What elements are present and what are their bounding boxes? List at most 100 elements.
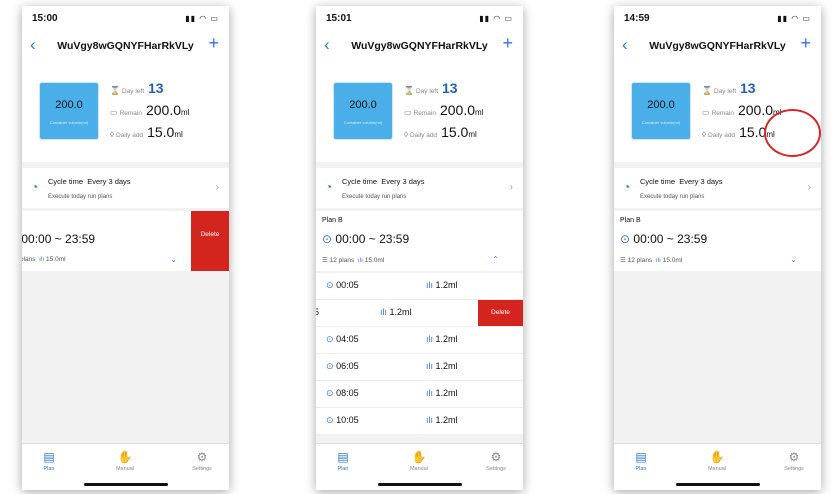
chevron-up-icon[interactable]: ⌃: [492, 255, 499, 264]
remain-value: 200.0: [439, 102, 476, 118]
gear-icon: ⚙: [788, 450, 800, 464]
tab-manual[interactable]: ✋ Manual: [100, 450, 150, 472]
remain-row: ▭ Remain 200.0ml: [110, 102, 189, 120]
phone-screen-1: 15:00 ▮▮ ◠ ▭ ‹ WuVgy8wGQNYFHarRkVLy + 20…: [22, 6, 229, 490]
plan-card-swiped[interactable]: ):00:00 ~ 23:59 plans ılı 15.0ml ⌄ Delet…: [22, 211, 229, 271]
drop-icon: ◊: [110, 130, 114, 139]
cycle-title: Cycle time Every 3 days: [342, 177, 425, 186]
home-indicator: [84, 483, 168, 486]
schedule-row[interactable]: ⊙ 10:05 ılı 1.2ml: [316, 408, 523, 435]
highlight-circle: [764, 109, 821, 157]
plan-range: ):00:00 ~ 23:59: [22, 232, 96, 246]
tab-plan[interactable]: ▤ Plan: [616, 450, 666, 472]
daily-add-row: ◊ Daily add 15.0ml: [110, 124, 183, 142]
tank-caption: Container volume(ml): [343, 120, 383, 125]
status-time: 15:00: [32, 13, 58, 24]
tab-settings[interactable]: ⚙ Settings: [769, 450, 819, 472]
clock-icon: ⊙: [322, 232, 333, 246]
schedule-row-swiped[interactable]: 5 ılı 1.2ml Delete: [316, 300, 523, 327]
plus-icon[interactable]: +: [800, 33, 811, 54]
bars-icon: ılı: [39, 256, 45, 263]
tab-manual[interactable]: ✋ Manual: [692, 450, 742, 472]
phone-screen-2: 15:01 ▮▮ ◠ ▭ ‹ WuVgy8wGQNYFHarRkVLy + 20…: [316, 6, 523, 490]
tab-bar: ▤ Plan ✋ Manual ⚙ Settings: [316, 443, 523, 490]
cycle-subtitle: Execute today run plans: [342, 194, 407, 200]
tab-plan[interactable]: ▤ Plan: [24, 450, 74, 472]
hand-icon: ✋: [709, 450, 725, 464]
plan-range: ⊙ 00:00 ~ 23:59: [322, 232, 410, 246]
drop-icon: ◊: [404, 130, 408, 139]
home-indicator: [378, 483, 462, 486]
daily-add-label: Daily add: [409, 132, 438, 139]
plan-card[interactable]: Plan B ⊙ 00:00 ~ 23:59 ☰ 12 plans ılı 15…: [614, 211, 821, 271]
plan-tab-icon: ▤: [337, 450, 349, 464]
tab-plan[interactable]: ▤ Plan: [318, 450, 368, 472]
cycle-icon: ◔: [31, 180, 39, 194]
clock-icon: ⊙: [326, 334, 334, 344]
cycle-time-row[interactable]: ◔ Cycle time Every 3 days Execute today …: [614, 168, 821, 208]
bars-icon: ılı: [426, 415, 434, 425]
plus-icon[interactable]: +: [208, 33, 219, 54]
hand-icon: ✋: [411, 450, 427, 464]
status-bar: 15:00 ▮▮ ◠ ▭: [22, 6, 229, 32]
plan-meta: plans ılı 15.0ml: [22, 256, 66, 263]
tank-graphic: 200.0 Container volume(ml): [333, 82, 393, 140]
clock-icon: ⊙: [326, 280, 334, 290]
bars-icon: ılı: [426, 280, 434, 290]
cycle-time-row[interactable]: ◔ Cycle time Every 3 days Execute today …: [316, 168, 523, 208]
day-left-row: ⌛ Day left 13: [110, 80, 164, 98]
tab-settings[interactable]: ⚙ Settings: [177, 450, 227, 472]
signal-wifi-battery-icon: ▮▮ ◠ ▭: [185, 14, 219, 23]
tab-manual[interactable]: ✋ Manual: [394, 450, 444, 472]
schedule-row[interactable]: ⊙ 06:05 ılı 1.2ml: [316, 354, 523, 381]
clock-icon: ⊙: [326, 415, 334, 425]
chevron-right-icon: ›: [807, 182, 811, 193]
delete-button[interactable]: Delete: [191, 211, 229, 271]
status-bar: 14:59 ▮▮ ◠ ▭: [614, 6, 821, 32]
chevron-right-icon: ›: [215, 182, 219, 193]
tank-icon: ▭: [404, 108, 412, 117]
tank-icon: ▭: [702, 108, 710, 117]
remain-label: Remain: [119, 110, 142, 117]
tank-info-panel: 200.0 Container volume(ml) ⌛ Day left 13 ▭…: [22, 60, 229, 162]
tab-bar: ▤ Plan ✋ Manual ⚙ Settings: [22, 443, 229, 490]
schedule-row[interactable]: ⊙ 00:05 ılı 1.2ml: [316, 273, 523, 300]
tank-value: 200.0: [55, 99, 83, 111]
tank-info-panel: 200.0 Container volume(ml) ⌛ Day left 13 ▭…: [316, 60, 523, 162]
day-left-label: Day left: [713, 88, 737, 95]
plan-card[interactable]: Plan B ⊙ 00:00 ~ 23:59 ☰ 12 plans ılı 15…: [316, 211, 523, 271]
clock-icon: ⊙: [326, 388, 334, 398]
clock-icon: ⊙: [620, 232, 631, 246]
schedule-row[interactable]: ⊙ 08:05 ılı 1.2ml: [316, 381, 523, 408]
cycle-subtitle: Execute today run plans: [640, 194, 705, 200]
chevron-down-icon[interactable]: ⌄: [790, 255, 797, 264]
plus-icon[interactable]: +: [502, 33, 513, 54]
bars-icon: ılı: [426, 361, 434, 371]
delete-button[interactable]: Delete: [478, 300, 523, 326]
hourglass-icon: ⌛: [110, 86, 120, 95]
hand-icon: ✋: [117, 450, 133, 464]
daily-add-label: Daily add: [115, 132, 144, 139]
page-title: WuVgy8wGQNYFHarRkVLy: [57, 40, 194, 52]
tank-icon: ▭: [110, 108, 118, 117]
daily-add-unit: ml: [174, 130, 183, 139]
nav-bar: ‹ WuVgy8wGQNYFHarRkVLy +: [614, 32, 821, 60]
remain-label: Remain: [711, 110, 734, 117]
bars-icon: ılı: [655, 257, 661, 264]
phone-screen-3: 14:59 ▮▮ ◠ ▭ ‹ WuVgy8wGQNYFHarRkVLy + 20…: [614, 6, 821, 490]
gear-icon: ⚙: [490, 450, 502, 464]
schedule-row[interactable]: ⊙ 04:05 ılı 1.2ml: [316, 327, 523, 354]
day-left-value: 13: [740, 80, 756, 96]
page-title: WuVgy8wGQNYFHarRkVLy: [649, 40, 786, 52]
cycle-title: Cycle time Every 3 days: [640, 177, 723, 186]
remain-row: ▭ Remain 200.0ml: [404, 102, 483, 120]
chevron-down-icon[interactable]: ⌄: [170, 255, 177, 264]
chevron-right-icon: ›: [509, 182, 513, 193]
status-bar: 15:01 ▮▮ ◠ ▭: [316, 6, 523, 32]
tab-settings[interactable]: ⚙ Settings: [471, 450, 521, 472]
cycle-time-row[interactable]: ◔ Cycle time Every 3 days Execute today …: [22, 168, 229, 208]
remain-label: Remain: [413, 110, 436, 117]
tab-bar: ▤ Plan ✋ Manual ⚙ Settings: [614, 443, 821, 490]
tank-caption: Container volume(ml): [49, 120, 89, 125]
tank-graphic: 200.0 Container volume(ml): [39, 82, 99, 140]
